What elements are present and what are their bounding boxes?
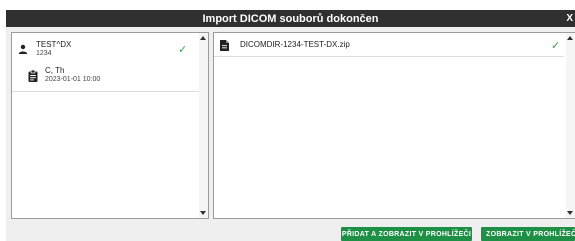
list-divider [12, 91, 201, 92]
scroll-down-arrow-icon[interactable] [200, 211, 206, 215]
add-and-view-button[interactable]: PŘIDAT A ZOBRAZIT V PROHLÍŽEČI [341, 227, 472, 241]
study-name: C, Th [45, 66, 65, 75]
check-icon: ✓ [178, 44, 188, 56]
dialog-title: Import DICOM souborů dokončen [202, 12, 379, 25]
scroll-down-arrow-icon[interactable] [567, 211, 573, 215]
clipboard-icon [28, 70, 38, 82]
file-icon [220, 40, 229, 51]
file-list-panel: DICOMDIR-1234-TEST-DX.zip ✓ [213, 32, 575, 219]
scroll-up-arrow-icon[interactable] [200, 36, 206, 40]
study-item[interactable]: C, Th 2023-01-01 10:00 [12, 63, 201, 89]
file-item[interactable]: DICOMDIR-1234-TEST-DX.zip ✓ [214, 35, 575, 55]
patient-id: 1234 [36, 50, 52, 57]
patient-item[interactable]: TEST^DX 1234 ✓ [12, 37, 201, 61]
file-name: DICOMDIR-1234-TEST-DX.zip [240, 40, 350, 49]
scroll-up-arrow-icon[interactable] [567, 36, 573, 40]
patient-list-scrollbar[interactable] [199, 33, 208, 218]
close-icon[interactable]: X [566, 10, 573, 27]
view-in-viewer-button[interactable]: ZOBRAZIT V PROHLÍŽEČI [481, 227, 575, 241]
patient-name: TEST^DX [36, 40, 72, 49]
person-icon [18, 44, 28, 54]
dialog-titlebar: Import DICOM souborů dokončen X [6, 10, 575, 27]
list-divider [214, 56, 564, 57]
study-date: 2023-01-01 10:00 [45, 76, 101, 83]
patient-list-panel: TEST^DX 1234 ✓ C, Th 2023-01-01 10:00 [11, 32, 209, 219]
dialog-content: TEST^DX 1234 ✓ C, Th 2023-01-01 10:00 DI… [6, 27, 575, 241]
file-list-scrollbar[interactable] [566, 33, 575, 218]
check-icon: ✓ [551, 40, 561, 52]
